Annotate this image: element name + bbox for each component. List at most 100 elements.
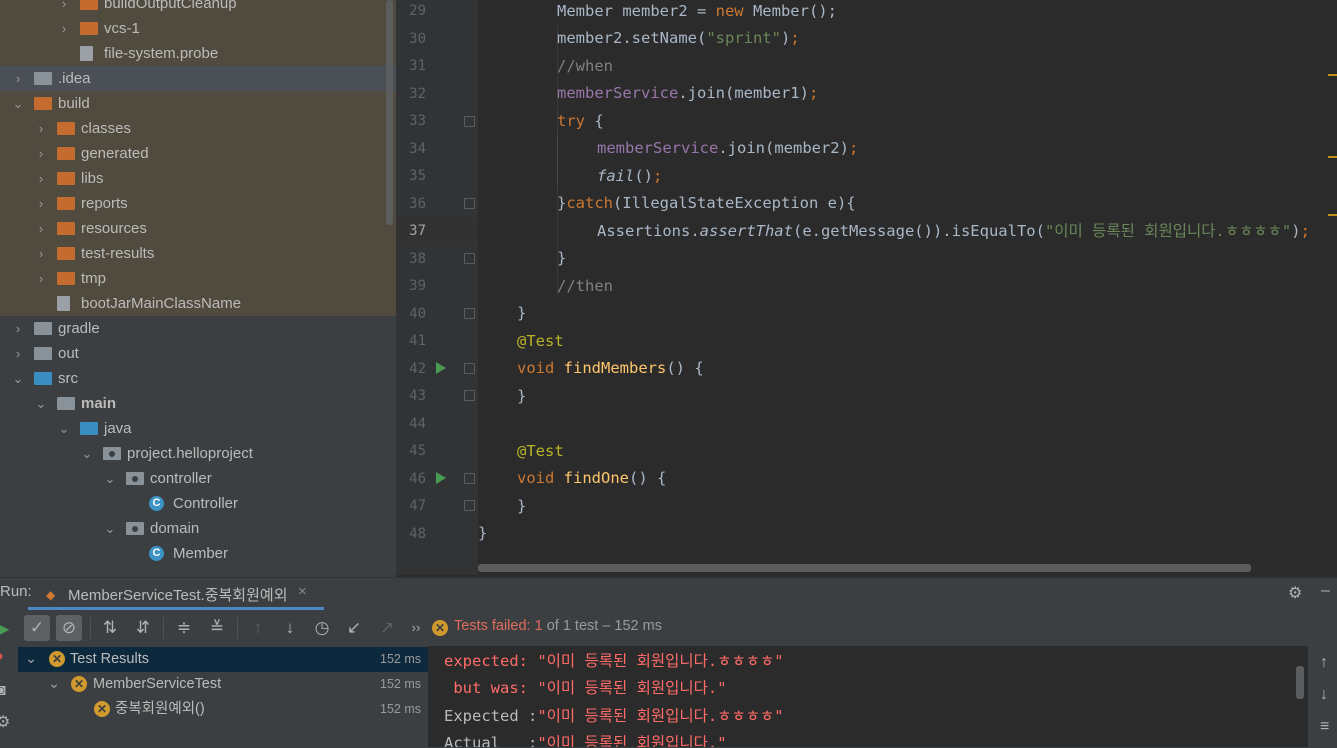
chevron-right-icon[interactable]: › — [58, 0, 70, 16]
error-stripe-marker[interactable] — [1328, 74, 1337, 76]
folder-icon — [80, 0, 98, 10]
tree-item[interactable]: › .idea — [0, 66, 396, 91]
tree-item-label: out — [58, 345, 79, 362]
tree-item-label: build — [58, 95, 90, 112]
sort-alphabetically-icon[interactable]: ⇅ — [97, 615, 123, 641]
tree-item[interactable]: › libs — [0, 166, 396, 191]
chevron-down-icon[interactable]: ⌄ — [12, 366, 24, 391]
previous-failed-icon[interactable]: ↑ — [245, 615, 271, 641]
tree-item[interactable]: › classes — [0, 116, 396, 141]
tree-item-label: libs — [81, 170, 104, 187]
scroll-up-icon[interactable]: ↑ — [1320, 654, 1328, 672]
tree-item[interactable]: › gradle — [0, 316, 396, 341]
active-tab-indicator — [28, 607, 324, 610]
export-tests-icon[interactable]: ↗ — [374, 615, 400, 641]
line-number: 29 — [409, 3, 426, 19]
class-icon: C — [149, 496, 164, 511]
chevron-down-icon[interactable]: ⌄ — [12, 91, 24, 116]
camera-icon[interactable]: ◙ — [0, 682, 6, 700]
run-test-icon[interactable] — [436, 362, 446, 374]
tree-item[interactable]: C Member — [0, 541, 396, 566]
gear-icon[interactable]: ⚙ — [1288, 583, 1302, 603]
tree-item[interactable]: › vcs-1 — [0, 16, 396, 41]
expand-all-icon[interactable]: ≑ — [171, 615, 197, 641]
chevron-right-icon[interactable]: › — [35, 191, 47, 216]
test-class-icon: ◆ — [46, 588, 56, 602]
chevron-right-icon[interactable]: › — [35, 216, 47, 241]
show-passed-button[interactable]: ✓ — [24, 615, 50, 641]
tree-item[interactable]: › reports — [0, 191, 396, 216]
chevron-right-icon[interactable]: › — [12, 66, 24, 91]
chevron-down-icon[interactable]: ⌄ — [104, 516, 116, 541]
run-test-icon[interactable] — [436, 472, 446, 484]
tree-item-label: main — [81, 395, 117, 412]
tree-item[interactable]: › test-results — [0, 241, 396, 266]
fold-marker-icon[interactable] — [464, 253, 475, 264]
import-tests-icon[interactable]: ↙ — [341, 615, 367, 641]
test-result-label: MemberServiceTest — [93, 676, 222, 692]
chevron-down-icon[interactable]: ⌄ — [25, 647, 37, 672]
error-stripe-marker[interactable] — [1328, 214, 1337, 216]
test-history-icon[interactable]: ◷ — [309, 615, 335, 641]
next-failed-icon[interactable]: ↓ — [277, 615, 303, 641]
tree-item[interactable]: ⌄ project.helloproject — [0, 441, 396, 466]
console-output[interactable]: expected: "이미 등록된 회원입니다.ㅎㅎㅎㅎ" but was: "… — [428, 646, 1308, 747]
chevron-right-icon[interactable]: › — [35, 266, 47, 291]
show-ignored-button[interactable]: ⊘ — [56, 615, 82, 641]
sort-by-duration-icon[interactable]: ⇵ — [130, 615, 156, 641]
chevron-right-icon[interactable]: › — [58, 16, 70, 41]
chevron-right-icon[interactable]: › — [35, 116, 47, 141]
folder-icon — [34, 372, 52, 385]
tree-item[interactable]: ⌄ java — [0, 416, 396, 441]
tree-item[interactable]: › generated — [0, 141, 396, 166]
tree-item[interactable]: ⌄ build — [0, 91, 396, 116]
fold-marker-icon[interactable] — [464, 198, 475, 209]
chevron-down-icon[interactable]: ⌄ — [35, 391, 47, 416]
code-editor[interactable]: Member member2 = new Member(); member2.s… — [478, 0, 1337, 575]
chevron-right-icon[interactable]: › — [35, 141, 47, 166]
tree-item[interactable]: ⌄ controller — [0, 466, 396, 491]
chevron-right-icon[interactable]: › — [12, 341, 24, 366]
soft-wrap-icon[interactable]: ≡ — [1320, 718, 1329, 736]
fold-marker-icon[interactable] — [464, 116, 475, 127]
fold-marker-icon[interactable] — [464, 363, 475, 374]
chevron-down-icon[interactable]: ⌄ — [81, 441, 93, 466]
test-result-row[interactable]: ⌄ ✕ MemberServiceTest 152 ms — [18, 672, 428, 697]
code-line: } — [517, 497, 527, 515]
tree-item[interactable]: ⌄ src — [0, 366, 396, 391]
fold-marker-icon[interactable] — [464, 390, 475, 401]
fold-marker-icon[interactable] — [464, 473, 475, 484]
rerun-icon[interactable]: ▶ — [0, 619, 9, 639]
chevron-down-icon[interactable]: ⌄ — [58, 416, 70, 441]
editor-horizontal-scrollbar[interactable] — [478, 564, 1251, 572]
tree-item[interactable]: › resources — [0, 216, 396, 241]
tree-item[interactable]: C Controller — [0, 491, 396, 516]
tree-item[interactable]: ⌄ domain — [0, 516, 396, 541]
test-result-row[interactable]: ✕ 중복회원예외() 152 ms — [18, 697, 428, 722]
scroll-down-icon[interactable]: ↓ — [1320, 686, 1328, 704]
settings-icon[interactable]: ⚙ — [0, 712, 10, 732]
collapse-all-icon[interactable]: ≚ — [204, 615, 230, 641]
tree-item[interactable]: › out — [0, 341, 396, 366]
tree-item[interactable]: bootJarMainClassName — [0, 291, 396, 316]
tree-item[interactable]: file-system.probe — [0, 41, 396, 66]
console-scrollbar[interactable] — [1296, 666, 1304, 699]
test-result-row[interactable]: ⌄ ✕ Test Results 152 ms — [18, 647, 428, 672]
close-tab-icon[interactable]: × — [298, 583, 307, 600]
chevron-down-icon[interactable]: ⌄ — [104, 466, 116, 491]
project-tree-scrollbar[interactable] — [386, 0, 393, 225]
minimize-icon[interactable]: – — [1321, 582, 1330, 600]
more-actions-icon[interactable]: ›› — [403, 615, 429, 641]
toolbar-separator — [237, 617, 238, 639]
tree-item[interactable]: › buildOutputCleanup — [0, 0, 396, 16]
tree-item[interactable]: › tmp — [0, 266, 396, 291]
fold-marker-icon[interactable] — [464, 500, 475, 511]
chevron-right-icon[interactable]: › — [35, 166, 47, 191]
fold-marker-icon[interactable] — [464, 308, 475, 319]
error-stripe-marker[interactable] — [1328, 156, 1337, 158]
run-config-tab[interactable]: ◆ MemberServiceTest.중복회원예외 × — [28, 579, 324, 610]
chevron-right-icon[interactable]: › — [35, 241, 47, 266]
tree-item[interactable]: ⌄ main — [0, 391, 396, 416]
chevron-right-icon[interactable]: › — [12, 316, 24, 341]
chevron-down-icon[interactable]: ⌄ — [48, 672, 60, 697]
